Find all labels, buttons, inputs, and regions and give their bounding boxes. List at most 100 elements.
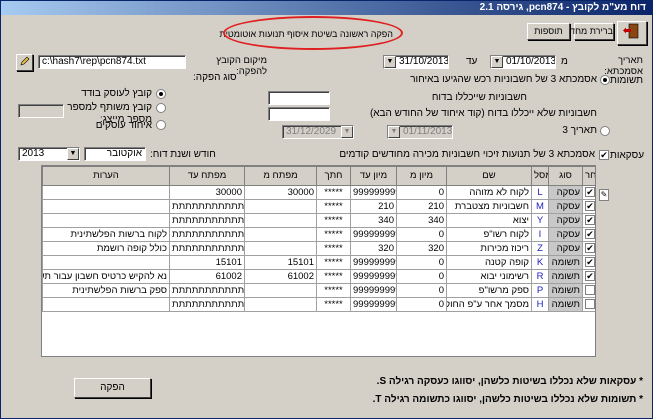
- add-button[interactable]: תוספות: [527, 23, 570, 40]
- cell-name[interactable]: יצוא: [446, 213, 532, 228]
- dealer-number-field[interactable]: [18, 104, 64, 118]
- cell-key-to[interactable]: תתתתתתתתתתתתתת: [169, 283, 245, 298]
- cell-cut[interactable]: *****: [316, 227, 351, 242]
- cell-sort-from[interactable]: 0: [396, 283, 447, 298]
- table-row[interactable]: נא להקיש כרטיס חשבון עבור תשומות61002610…: [42, 269, 595, 284]
- cell-sort-to[interactable]: 999999999: [350, 255, 397, 270]
- prod-option-single-radio[interactable]: [156, 89, 166, 99]
- default-button[interactable]: ברירת מחדל: [565, 23, 614, 40]
- cell-select[interactable]: ✔: [582, 269, 595, 284]
- date3-from-dropdown[interactable]: ▼: [388, 126, 400, 138]
- cell-key-to[interactable]: תתתתתתתתתתתתתת: [169, 213, 245, 228]
- cell-code[interactable]: Z: [531, 241, 549, 256]
- sales-checkbox[interactable]: ✔: [599, 150, 609, 160]
- produce-button[interactable]: הפקה: [74, 378, 151, 398]
- cell-code[interactable]: H: [531, 297, 549, 312]
- from-date-dropdown[interactable]: ▼: [491, 56, 503, 68]
- payments-grid[interactable]: הערות מפתח עד מפתח מ חתך מיון עד מיון מ …: [41, 165, 596, 357]
- cell-cut[interactable]: *****: [316, 283, 351, 298]
- col-key-to-header[interactable]: מפתח עד: [169, 166, 245, 186]
- date3-from-field[interactable]: ▼ 01/11/2013: [387, 125, 453, 139]
- table-row[interactable]: לקוח ברשות הפלשתיניתתתתתתתתתתתתתתת *****9…: [42, 227, 595, 242]
- table-row[interactable]: 30000 30000 ***** 999999999 0 לקוח לא מזוהה L ע…: [42, 185, 595, 200]
- table-row[interactable]: ספק ברשות הפלשתיניתתתתתתתתתתתתתתת *****99…: [42, 283, 595, 298]
- included-invoices-field[interactable]: [268, 91, 330, 105]
- cell-key-from[interactable]: [244, 227, 317, 242]
- report-month-field[interactable]: אוקטובר: [84, 147, 146, 161]
- cell-sort-from[interactable]: 0: [396, 297, 447, 312]
- cell-code[interactable]: M: [531, 199, 549, 214]
- cell-code[interactable]: P: [531, 283, 549, 298]
- cell-cut[interactable]: *****: [316, 297, 351, 312]
- cell-key-from[interactable]: [244, 213, 317, 228]
- cell-key-to[interactable]: 30000: [169, 185, 245, 200]
- cell-sort-to[interactable]: 999999999: [350, 297, 397, 312]
- cell-sort-to[interactable]: 210: [350, 199, 397, 214]
- row-select-checkbox[interactable]: ✔: [585, 228, 595, 239]
- col-select-header[interactable]: בחר: [582, 166, 595, 186]
- date3-to-dropdown[interactable]: ▼: [341, 126, 353, 138]
- col-type-header[interactable]: סוג: [548, 166, 583, 186]
- table-row[interactable]: כולל קופה רושמתתתתתתתתתתתתתתת*****320320…: [42, 241, 595, 256]
- cell-sort-to[interactable]: 320: [350, 241, 397, 256]
- cell-key-to[interactable]: תתתתתתתתתתתתתת: [169, 297, 245, 312]
- cell-key-to[interactable]: תתתתתתתתתתתתתת: [169, 227, 245, 242]
- cell-cut[interactable]: *****: [316, 255, 351, 270]
- to-date-dropdown[interactable]: ▼: [384, 56, 396, 68]
- cell-sort-to[interactable]: 999999999: [350, 227, 397, 242]
- cell-key-to[interactable]: 15101: [169, 255, 245, 270]
- report-year-dropdown[interactable]: ▼: [67, 148, 79, 160]
- row-select-checkbox[interactable]: ✔: [585, 256, 595, 267]
- cell-type[interactable]: תשומה: [548, 255, 583, 270]
- cell-cut[interactable]: *****: [316, 213, 351, 228]
- row-select-checkbox[interactable]: ✔: [585, 200, 595, 211]
- cell-name[interactable]: רשימוני יבוא: [446, 269, 532, 284]
- cell-select[interactable]: [582, 283, 595, 298]
- row-select-checkbox[interactable]: ✔: [585, 242, 595, 253]
- payments-radio[interactable]: [600, 75, 610, 85]
- cell-sort-from[interactable]: 0: [396, 255, 447, 270]
- cell-type[interactable]: עסקה: [548, 185, 583, 200]
- cell-name[interactable]: ספק מרשו"פ: [446, 283, 532, 298]
- cell-type[interactable]: עסקה: [548, 227, 583, 242]
- cell-sort-from[interactable]: 0: [396, 269, 447, 284]
- cell-type[interactable]: תשומה: [548, 297, 583, 312]
- cell-cut[interactable]: *****: [316, 185, 351, 200]
- path-field[interactable]: c:\hash7\rep\pcn874.txt: [38, 55, 186, 69]
- cell-key-from[interactable]: 15101: [244, 255, 317, 270]
- prod-option-merge-radio[interactable]: [156, 120, 166, 130]
- cell-name[interactable]: לקוח לא מזוהה: [446, 185, 532, 200]
- col-sort-from-header[interactable]: מיון מ: [396, 166, 447, 186]
- browse-button[interactable]: [16, 54, 33, 71]
- table-row[interactable]: תתתתתתתתתתתתתת*****340340יצואYעסקה✔: [42, 213, 595, 228]
- date3-radio[interactable]: [600, 126, 610, 136]
- cell-name[interactable]: לקוח רשו"פ: [446, 227, 532, 242]
- cell-name[interactable]: קופה קטנה: [446, 255, 532, 270]
- cell-type[interactable]: עסקה: [548, 199, 583, 214]
- cell-sort-to[interactable]: 999999999: [350, 185, 397, 200]
- cell-notes[interactable]: ספק ברשות הפלשתינית: [42, 283, 170, 298]
- cell-sort-from[interactable]: 320: [396, 241, 447, 256]
- cell-select[interactable]: ✔: [582, 199, 595, 214]
- cell-key-from[interactable]: 30000: [244, 185, 317, 200]
- row-select-checkbox[interactable]: ✔: [585, 186, 595, 197]
- cell-code[interactable]: L: [531, 185, 549, 200]
- cell-key-to[interactable]: תתתתתתתתתתתתתת: [169, 241, 245, 256]
- cell-sort-from[interactable]: 210: [396, 199, 447, 214]
- cell-type[interactable]: עסקה: [548, 213, 583, 228]
- report-year-field[interactable]: 2013 ▼: [18, 147, 80, 161]
- cell-select[interactable]: [582, 297, 595, 312]
- cell-select[interactable]: ✔: [582, 241, 595, 256]
- cell-key-from[interactable]: [244, 283, 317, 298]
- cell-key-to[interactable]: 61002: [169, 269, 245, 284]
- cell-code[interactable]: K: [531, 255, 549, 270]
- table-row[interactable]: 15101 15101 ***** 999999999 0 קופה קטנה K תשומה…: [42, 255, 595, 270]
- cell-name[interactable]: ריכוז מכירות: [446, 241, 532, 256]
- cell-sort-to[interactable]: 340: [350, 213, 397, 228]
- col-name-header[interactable]: שם: [446, 166, 532, 186]
- cell-type[interactable]: תשומה: [548, 283, 583, 298]
- row-select-checkbox[interactable]: ✔: [585, 214, 595, 225]
- col-notes-header[interactable]: הערות: [42, 166, 170, 186]
- cell-notes[interactable]: [42, 255, 170, 270]
- col-cut-header[interactable]: חתך: [316, 166, 351, 186]
